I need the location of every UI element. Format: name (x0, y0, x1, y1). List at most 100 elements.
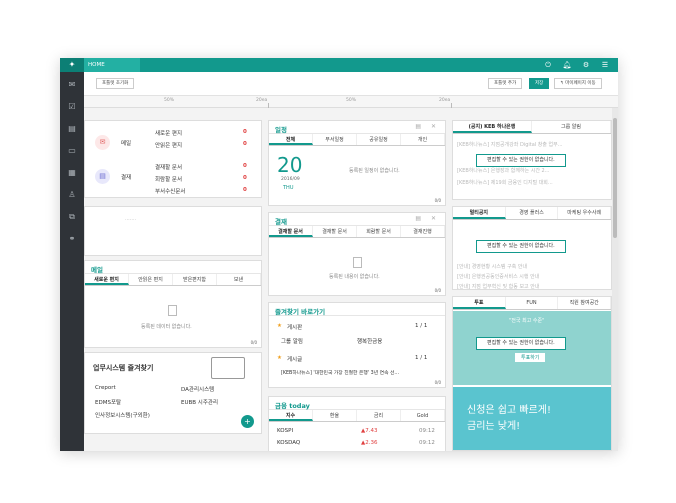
ghost-line: [KEB하나뉴스] 제19회 금융인 디지털 대회... (457, 180, 553, 186)
section-page: 1 / 1 (415, 355, 428, 361)
edit-delete-icons[interactable]: ▤ ✕ (415, 123, 440, 130)
tab-notice[interactable]: (공지) KEB 하나은행 (453, 121, 532, 133)
summary-row-value: 0 (243, 187, 247, 193)
top-bar: ✦ HOME ⏻ 🔔︎ ⚙ ☰ (60, 58, 618, 72)
ruler-mark: 20ea (256, 98, 268, 103)
tab-all[interactable]: 전체 (269, 134, 313, 145)
add-link-button[interactable]: + (241, 415, 254, 428)
approval-label: 결재 (121, 175, 132, 181)
finance-time: 09:12 (419, 440, 435, 446)
tab-marketing[interactable]: 마케팅 우수사례 (558, 207, 611, 219)
tab-approval[interactable]: 결재할 문서 (269, 226, 313, 237)
tab-fun[interactable]: FUN (506, 297, 559, 309)
no-permission-overlay: 편집할 수 있는 권한이 없습니다. (476, 240, 566, 253)
empty-message: 등록된 일정이 없습니다. (349, 168, 400, 174)
summary-row-label[interactable]: 새로운 편지 (155, 129, 182, 137)
tab-progress[interactable]: 결재진행 (401, 226, 445, 237)
no-permission-overlay: 편집할 수 있는 권한이 없습니다. (476, 154, 566, 167)
tab-shared[interactable]: 공유일정 (357, 134, 401, 145)
org-icon[interactable]: ⧉ (60, 207, 84, 226)
edit-delete-icons[interactable]: ▤ ✕ (415, 215, 440, 222)
bizsys-link[interactable]: Creport (95, 385, 116, 391)
summary-row-label[interactable]: 회람할 문서 (155, 175, 182, 183)
ruler-mark: 20ea (439, 98, 451, 103)
widget-title[interactable]: 즐겨찾기 바로가기 (275, 306, 325, 316)
widget-title[interactable]: 일정 (275, 124, 287, 134)
ruler-mark: 50% (346, 98, 357, 103)
bizsys-link[interactable]: EUBB 시주관리 (181, 398, 218, 406)
add-portlet-button[interactable]: 포틀렛 추가 (488, 78, 523, 89)
tab-circulation[interactable]: 회람할 문서 (357, 226, 401, 237)
toolbar: 포틀렛 초기화 포틀렛 추가 저장 ↰ 마이페이지 이동 (84, 72, 618, 96)
bizsys-link[interactable]: EDMS포탈 (95, 398, 121, 406)
loan-banner[interactable]: 신청은 쉽고 빠르게! 금리는 낮게! (453, 387, 611, 450)
bizsys-link[interactable]: DA관리시스템 (181, 385, 214, 393)
tab-approval-2[interactable]: 결재할 문서 (313, 226, 357, 237)
tab-multi-notice[interactable]: 멀티공지 (453, 207, 506, 219)
scrollbar-thumb[interactable] (613, 118, 617, 238)
summary-widget: ✉ 메일 ▤ 결재 새로운 편지 0 안읽은 편지 0 결재할 문서 0 회람할… (84, 120, 262, 198)
board-icon[interactable]: ▤ (60, 119, 84, 138)
summary-row-value: 0 (243, 141, 247, 147)
favorite-item[interactable]: [KEB하나뉴스] '대한민국 가장 친절한 은행' 3년 연속 선... (281, 369, 399, 376)
tab-index[interactable]: 지수 (269, 410, 313, 421)
calendar-icon[interactable]: ▦ (60, 163, 84, 182)
tab-exchange[interactable]: 환율 (313, 410, 357, 421)
tab-dept[interactable]: 부서일정 (313, 134, 357, 145)
approval-icon[interactable]: ☑ (60, 97, 84, 116)
approval-icon: ▤ (95, 169, 110, 184)
summary-row-label[interactable]: 안읽은 편지 (155, 141, 182, 149)
mail-widget: 메일 새로운 편지 안읽은 편지 받은편지함 보낸 등록된 데이터 없습니다. … (84, 260, 262, 348)
people-icon[interactable]: ♙ (60, 185, 84, 204)
section-page: 1 / 1 (415, 323, 428, 329)
widget-title[interactable]: 결재 (275, 216, 287, 226)
tab-personal[interactable]: 개인 (401, 134, 445, 145)
mail-icon[interactable]: ✉ (60, 75, 84, 94)
chat-icon[interactable]: ▭ (60, 141, 84, 160)
mail-label: 메일 (121, 141, 132, 147)
month-label: 2016/09 (281, 177, 300, 182)
tab-interest[interactable]: 금리 (357, 410, 401, 421)
tab-new-mail[interactable]: 새로운 편지 (85, 274, 129, 285)
document-icon (353, 257, 362, 268)
finance-widget: 금융 today 지수 환율 금리 Gold KOSPI ▲7.43 09:12… (268, 396, 446, 451)
weekday-label: THU (283, 185, 294, 191)
tab-management[interactable]: 경영 플러스 (506, 207, 559, 219)
power-icon[interactable]: ⏻ (543, 60, 553, 70)
summary-row-value: 0 (243, 175, 247, 181)
bizsys-link[interactable]: 인사정보시스템(구외환) (95, 411, 150, 419)
bell-icon[interactable]: 🔔︎ (562, 60, 572, 70)
section-name: 게시글 (287, 357, 303, 363)
empty-message: 등록된 데이터 없습니다. (141, 324, 192, 330)
vote-button[interactable]: 투표하기 (515, 353, 546, 362)
menu-icon[interactable]: ☰ (600, 60, 610, 70)
tab-inbox[interactable]: 받은편지함 (173, 274, 217, 285)
link-icon[interactable]: ⚭ (60, 229, 84, 248)
sidebar: ✉ ☑ ▤ ▭ ▦ ♙ ⧉ ⚭ (60, 72, 84, 451)
approval-widget: 결재 ▤ ✕ 결재할 문서 결재할 문서 회람할 문서 결재진행 등록된 내용이 … (268, 212, 446, 296)
widget-title[interactable]: 금융 today (275, 400, 310, 410)
tab-unread-mail[interactable]: 안읽은 편지 (129, 274, 173, 285)
ghost-text: ······· (125, 217, 137, 223)
tab-participation[interactable]: 직원 참여공간 (558, 297, 611, 309)
pager: 0/0 (434, 198, 441, 203)
gear-icon[interactable]: ⚙ (581, 60, 591, 70)
favorite-item[interactable]: 그룹 알림 (281, 337, 303, 345)
tab-home[interactable]: HOME (84, 58, 140, 72)
tab-group-notice[interactable]: 그룹 알림 (532, 121, 611, 133)
tab-sent[interactable]: 보낸 (217, 274, 261, 285)
logo: ✦ (60, 58, 84, 72)
vertical-scrollbar[interactable] (612, 108, 618, 451)
mypage-button[interactable]: ↰ 마이페이지 이동 (554, 78, 602, 89)
ghost-line: [안내] 지점 업무혁신 및 합동 보고 안내 (457, 284, 540, 290)
summary-row-label[interactable]: 결재할 문서 (155, 163, 182, 171)
app-window: ✦ HOME ⏻ 🔔︎ ⚙ ☰ ✉ ☑ ▤ ▭ ▦ ♙ ⧉ ⚭ 포틀렛 초기화 … (60, 58, 618, 451)
reset-portlet-button[interactable]: 포틀렛 초기화 (96, 78, 135, 89)
summary-row-label[interactable]: 부서수신문서 (155, 187, 185, 195)
banner-caption: "전국 최고 수준" (509, 318, 545, 324)
widget-title[interactable]: 메일 (91, 264, 103, 274)
save-button[interactable]: 저장 (529, 78, 550, 89)
favorite-item[interactable]: 행복한금융 (357, 337, 382, 345)
tab-gold[interactable]: Gold (401, 410, 445, 421)
tab-vote[interactable]: 투표 (453, 297, 506, 309)
